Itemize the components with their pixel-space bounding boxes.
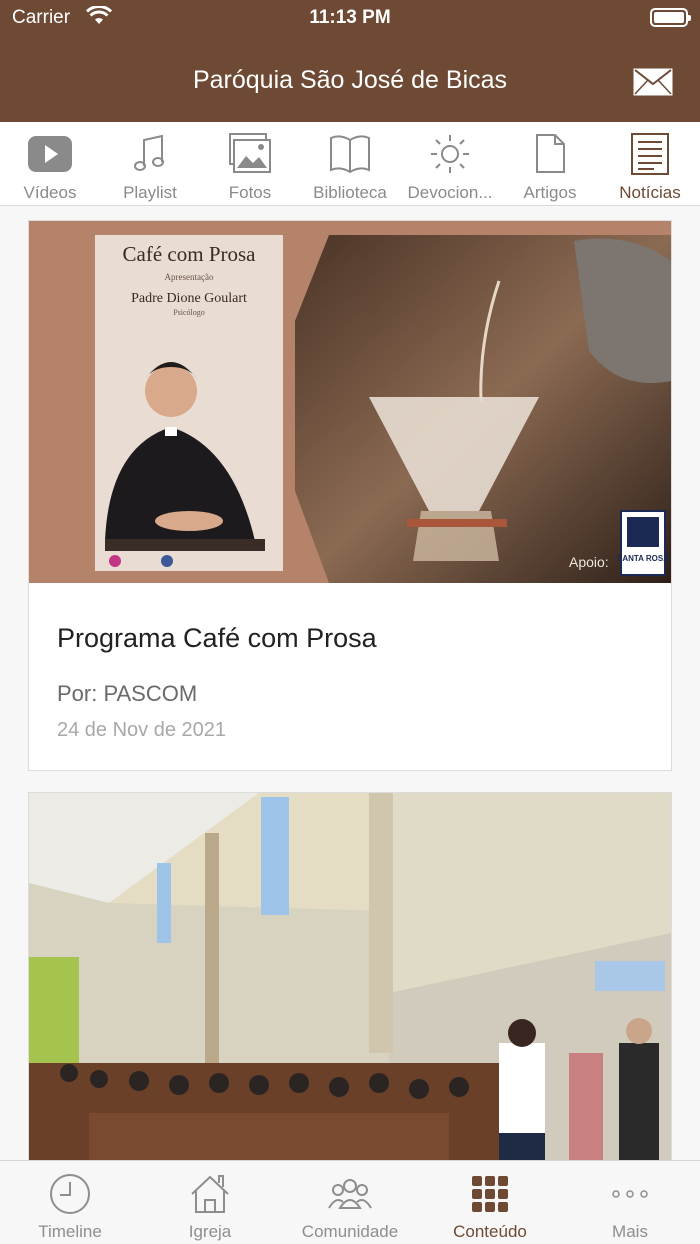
news-card[interactable] bbox=[28, 792, 672, 1160]
tab-label: Notícias bbox=[619, 183, 681, 202]
bottom-tab-label: Comunidade bbox=[301, 1222, 399, 1241]
status-bar: Carrier 11:13 PM bbox=[0, 0, 700, 36]
book-icon bbox=[330, 135, 370, 174]
people-icon bbox=[328, 1179, 372, 1209]
sponsor-label: Apoio: bbox=[569, 554, 609, 570]
sun-icon bbox=[431, 135, 469, 173]
bottom-tab-igreja[interactable]: Igreja bbox=[140, 1161, 280, 1244]
tab-artigos[interactable]: Artigos bbox=[500, 122, 600, 206]
bottom-tab-label: Timeline bbox=[38, 1222, 102, 1241]
photos-icon bbox=[229, 133, 271, 173]
cafe-com-prosa-poster: Café com Prosa Apresentação Padre Dione … bbox=[29, 221, 671, 583]
poster-sub: Apresentação bbox=[165, 272, 214, 282]
grid-icon bbox=[472, 1176, 508, 1212]
document-icon bbox=[536, 134, 565, 173]
page-title: Paróquia São José de Bicas bbox=[192, 66, 508, 94]
tab-fotos[interactable]: Fotos bbox=[200, 122, 300, 206]
battery-icon bbox=[650, 8, 691, 27]
music-note-icon bbox=[134, 134, 164, 171]
tab-label: Vídeos bbox=[23, 183, 77, 202]
envelope-icon[interactable] bbox=[633, 68, 673, 96]
more-dots-icon bbox=[612, 1190, 648, 1198]
bottom-tab-timeline[interactable]: Timeline bbox=[0, 1161, 140, 1244]
bottom-tab-label: Igreja bbox=[188, 1222, 232, 1241]
sponsor-logo: SANTA ROSA bbox=[617, 554, 669, 563]
content-tabs: Vídeos Playlist Fotos Biblioteca Devocio… bbox=[0, 122, 700, 206]
tab-noticias[interactable]: Notícias bbox=[600, 122, 700, 206]
tab-videos[interactable]: Vídeos bbox=[0, 122, 100, 206]
church-interior-photo bbox=[29, 793, 671, 1160]
news-card-author: Por: PASCOM bbox=[57, 681, 198, 706]
play-icon bbox=[28, 136, 72, 172]
bottom-tab-label: Conteúdo bbox=[453, 1222, 527, 1241]
tab-label: Devocion... bbox=[407, 183, 493, 202]
poster-name: Padre Dione Goulart bbox=[131, 291, 247, 306]
news-card[interactable]: Café com Prosa Apresentação Padre Dione … bbox=[28, 220, 672, 771]
tab-label: Artigos bbox=[523, 183, 577, 202]
tab-playlist[interactable]: Playlist bbox=[100, 122, 200, 206]
news-card-image[interactable] bbox=[29, 793, 671, 1160]
tab-biblioteca[interactable]: Biblioteca bbox=[300, 122, 400, 206]
poster-role: Psicólogo bbox=[173, 308, 205, 317]
clock-time: 11:13 PM bbox=[309, 7, 391, 28]
news-card-title[interactable]: Programa Café com Prosa bbox=[57, 623, 377, 654]
news-card-image[interactable]: Café com Prosa Apresentação Padre Dione … bbox=[29, 221, 671, 583]
poster-heading: Café com Prosa bbox=[123, 242, 257, 266]
app-header: Carrier 11:13 PM Paróquia São José de Bi… bbox=[0, 0, 700, 122]
battery-fill bbox=[654, 12, 684, 23]
bottom-tab-label: Mais bbox=[612, 1222, 648, 1241]
clock-icon bbox=[50, 1174, 90, 1214]
newspaper-icon bbox=[631, 133, 669, 175]
tab-label: Playlist bbox=[123, 183, 177, 202]
tab-label: Fotos bbox=[228, 183, 272, 202]
tab-label: Biblioteca bbox=[313, 183, 387, 202]
bottom-tab-comunidade[interactable]: Comunidade bbox=[280, 1161, 420, 1244]
bottom-tab-mais[interactable]: Mais bbox=[560, 1161, 700, 1244]
bottom-tab-bar: Timeline Igreja Comunidade Conteúdo Mais bbox=[0, 1160, 700, 1244]
bottom-tab-conteudo[interactable]: Conteúdo bbox=[420, 1161, 560, 1244]
news-card-date: 24 de Nov de 2021 bbox=[57, 719, 227, 741]
tab-devocionais[interactable]: Devocion... bbox=[400, 122, 500, 206]
church-icon bbox=[191, 1175, 229, 1213]
news-feed[interactable]: Café com Prosa Apresentação Padre Dione … bbox=[0, 206, 700, 1160]
